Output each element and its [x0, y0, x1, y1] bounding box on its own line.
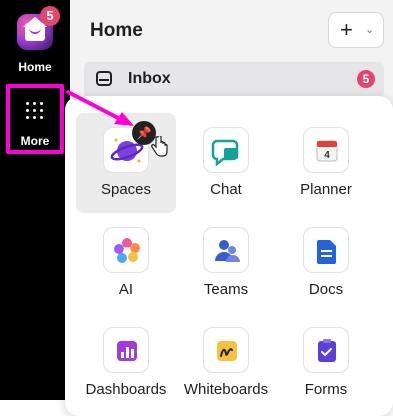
annotation-arrow	[66, 90, 134, 126]
